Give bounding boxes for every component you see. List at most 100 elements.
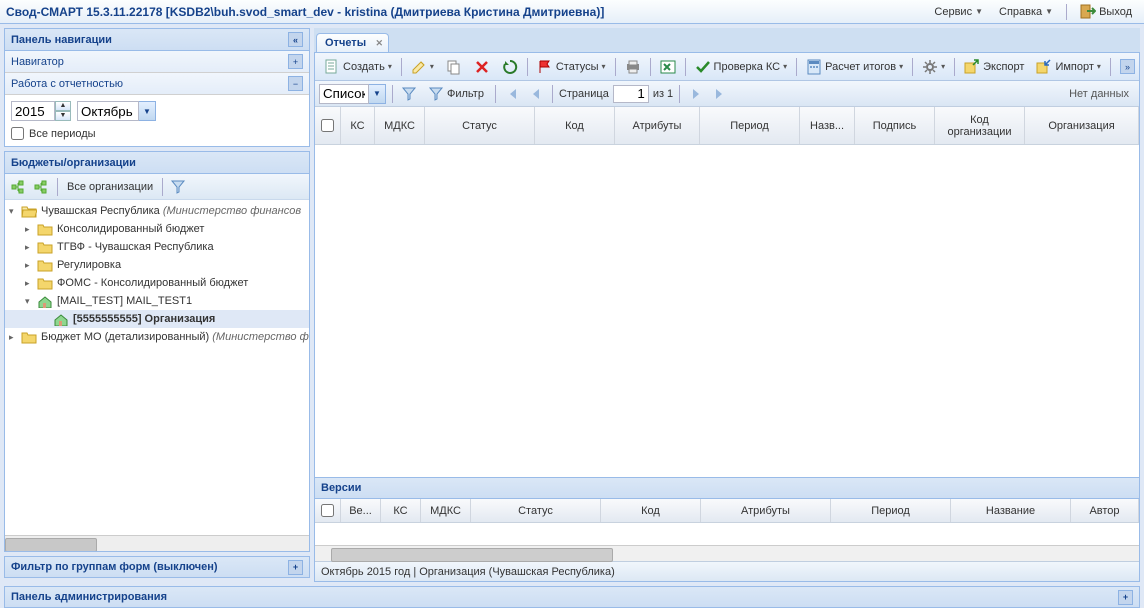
col-mdks[interactable]: МДКС <box>375 107 425 144</box>
status-bar: Октябрь 2015 год | Организация (Чувашска… <box>315 561 1139 581</box>
main-grid-body <box>315 145 1139 477</box>
edit-icon <box>411 59 427 75</box>
page-label: Страница <box>559 88 609 100</box>
refresh-icon <box>502 59 518 75</box>
tree-node-budget-mo[interactable]: ▸Бюджет МО (детализированный) (Министерс… <box>5 328 309 346</box>
versions-header: Версии <box>315 477 1139 499</box>
tree-filter-icon[interactable] <box>168 177 188 197</box>
check-icon <box>695 59 711 75</box>
tree-node-chuvash[interactable]: ▾Чувашская Республика (Министерство фина… <box>5 202 309 220</box>
gear-button[interactable]: ▾ <box>917 57 950 77</box>
col-org[interactable]: Организация <box>1025 107 1139 144</box>
nodata-label: Нет данных <box>1069 88 1135 100</box>
year-spinner[interactable]: ▲▼ <box>11 101 71 121</box>
expand-admin-button[interactable]: + <box>1118 590 1133 605</box>
collapse-nav-button[interactable]: « <box>288 32 303 47</box>
exit-icon <box>1080 4 1096 20</box>
year-down[interactable]: ▼ <box>55 111 71 121</box>
col-period[interactable]: Период <box>700 107 800 144</box>
excel-icon <box>660 59 676 75</box>
excel-button[interactable] <box>655 57 681 77</box>
help-menu[interactable]: Справка▼ <box>993 4 1059 20</box>
month-combo[interactable]: ▼ <box>77 101 156 121</box>
expand-navigator-button[interactable]: + <box>288 54 303 69</box>
calc-totals-button[interactable]: Расчет итогов▾ <box>801 57 908 77</box>
page-last-button[interactable] <box>710 84 730 104</box>
tree-node-konsolid[interactable]: ▸Консолидированный бюджет <box>5 220 309 238</box>
vcol-ks[interactable]: КС <box>381 499 421 522</box>
year-up[interactable]: ▲ <box>55 101 71 111</box>
nav-panel-header: Панель навигации « <box>5 29 309 51</box>
page-prev-button[interactable] <box>526 84 546 104</box>
copy-icon <box>446 59 462 75</box>
filter-forms-bar[interactable]: Фильтр по группам форм (выключен) + <box>4 556 310 578</box>
admin-panel-bar[interactable]: Панель администрирования + <box>4 586 1140 608</box>
page-first-button[interactable] <box>502 84 522 104</box>
tab-reports[interactable]: Отчеты ✕ <box>316 33 389 52</box>
tree-node-tgvf[interactable]: ▸ТГВФ - Чувашская Республика <box>5 238 309 256</box>
tree-expand-icon[interactable] <box>9 177 29 197</box>
col-attrs[interactable]: Атрибуты <box>615 107 700 144</box>
versions-hscroll[interactable] <box>315 545 1139 561</box>
vcol-name[interactable]: Название <box>951 499 1071 522</box>
create-button[interactable]: Создать▾ <box>319 57 397 77</box>
month-dropdown-button[interactable]: ▼ <box>139 101 156 121</box>
exit-button[interactable]: Выход <box>1074 2 1138 22</box>
check-ks-button[interactable]: Проверка КС▾ <box>690 57 793 77</box>
main-grid-header: КС МДКС Статус Код Атрибуты Период Назв.… <box>315 107 1139 145</box>
filter-button[interactable]: Фильтр <box>423 84 489 104</box>
view-dropdown-button[interactable]: ▼ <box>369 84 386 104</box>
versions-select-all[interactable] <box>321 504 334 517</box>
col-sign[interactable]: Подпись <box>855 107 935 144</box>
view-input[interactable] <box>319 84 369 104</box>
col-name[interactable]: Назв... <box>800 107 855 144</box>
import-button[interactable]: Импорт▾ <box>1031 57 1105 77</box>
export-icon <box>964 59 980 75</box>
tree-node-foms[interactable]: ▸ФОМС - Консолидированный бюджет <box>5 274 309 292</box>
month-input[interactable] <box>77 101 139 121</box>
budgets-header: Бюджеты/организации <box>5 152 309 174</box>
copy-button[interactable] <box>441 57 467 77</box>
org-tree[interactable]: ▾Чувашская Республика (Министерство фина… <box>5 200 309 535</box>
vcol-code[interactable]: Код <box>601 499 701 522</box>
col-status[interactable]: Статус <box>425 107 535 144</box>
page-next-button[interactable] <box>686 84 706 104</box>
col-orgcode[interactable]: Код организации <box>935 107 1025 144</box>
vcol-mdks[interactable]: МДКС <box>421 499 471 522</box>
all-orgs-button[interactable]: Все организации <box>63 181 157 193</box>
collapse-reports-work-button[interactable]: − <box>288 76 303 91</box>
tree-collapse-icon[interactable] <box>32 177 52 197</box>
vcol-attrs[interactable]: Атрибуты <box>701 499 831 522</box>
service-menu[interactable]: Сервис▼ <box>928 4 989 20</box>
filter-reset-icon[interactable] <box>399 84 419 104</box>
year-input[interactable] <box>11 101 55 121</box>
export-button[interactable]: Экспорт <box>959 57 1029 77</box>
vcol-period[interactable]: Период <box>831 499 951 522</box>
col-ks[interactable]: КС <box>341 107 375 144</box>
print-icon <box>625 59 641 75</box>
tree-node-reg[interactable]: ▸Регулировка <box>5 256 309 274</box>
versions-grid-header: Ве... КС МДКС Статус Код Атрибуты Период… <box>315 499 1139 523</box>
tree-node-mailtest[interactable]: ▾[MAIL_TEST] MAIL_TEST1 <box>5 292 309 310</box>
vcol-author[interactable]: Автор <box>1071 499 1139 522</box>
tree-hscroll[interactable] <box>5 535 309 551</box>
col-code[interactable]: Код <box>535 107 615 144</box>
all-periods-checkbox[interactable] <box>11 127 24 140</box>
refresh-button[interactable] <box>497 57 523 77</box>
edit-button[interactable]: ▾ <box>406 57 439 77</box>
statuses-button[interactable]: Статусы▾ <box>532 57 611 77</box>
view-combo[interactable]: ▼ <box>319 84 386 104</box>
toolbar-more-button[interactable]: » <box>1120 59 1135 74</box>
tree-node-org-5555[interactable]: [5555555555] Организация <box>5 310 309 328</box>
page-number-input[interactable] <box>613 85 649 103</box>
print-button[interactable] <box>620 57 646 77</box>
select-all-checkbox[interactable] <box>321 119 334 132</box>
navigator-header[interactable]: Навигатор + <box>5 51 309 73</box>
vcol-status[interactable]: Статус <box>471 499 601 522</box>
close-tab-icon[interactable]: ✕ <box>376 38 384 49</box>
vcol-ver[interactable]: Ве... <box>341 499 381 522</box>
expand-filter-button[interactable]: + <box>288 560 303 575</box>
delete-button[interactable] <box>469 57 495 77</box>
page-of-label: из 1 <box>653 88 673 100</box>
reports-work-header[interactable]: Работа с отчетностью − <box>5 73 309 95</box>
